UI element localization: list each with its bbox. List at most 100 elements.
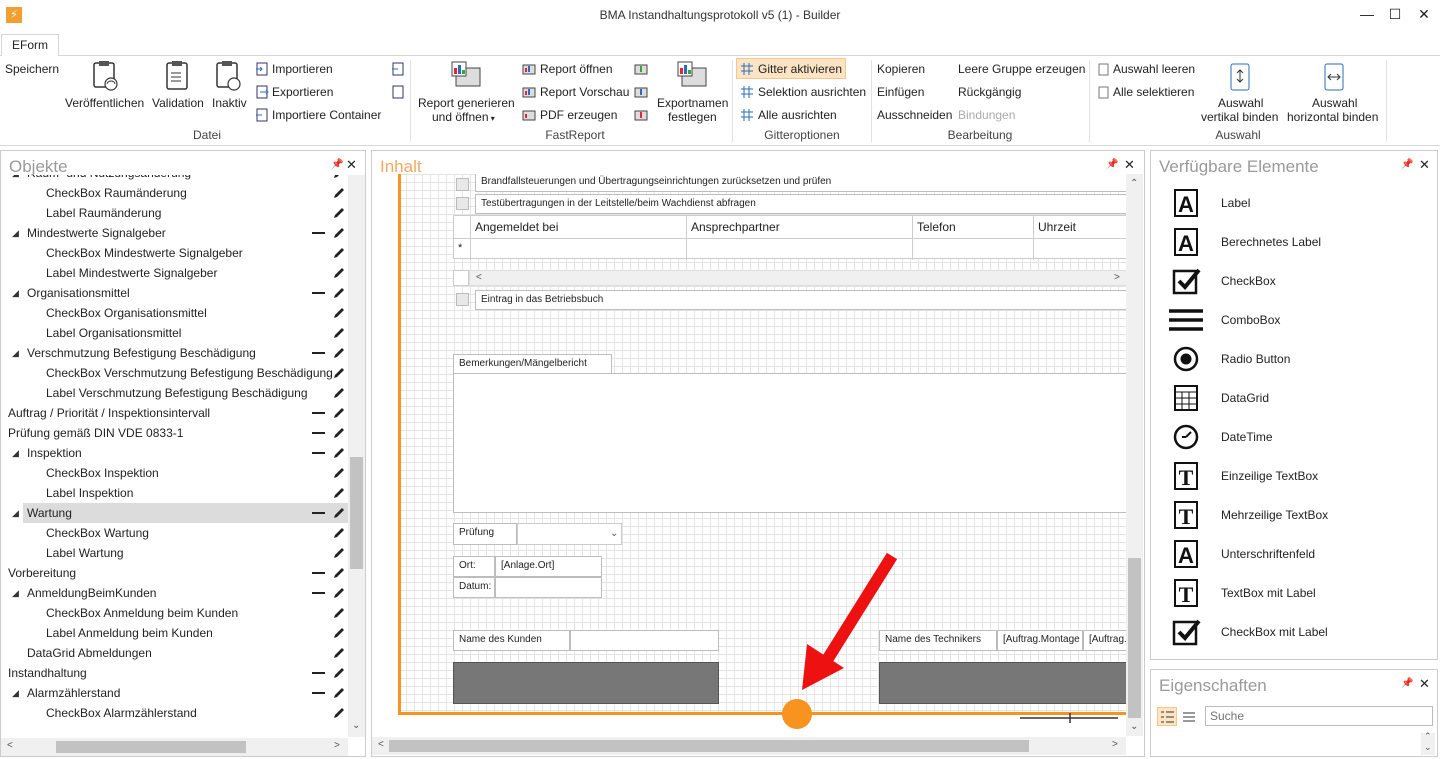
tree-item[interactable]: CheckBox Organisationsmittel [1,303,344,323]
datum-field[interactable] [495,577,602,598]
importiere-container-button[interactable]: Importiere Container [272,108,381,122]
objekte-vertical-scrollbar[interactable]: ⌄ [348,175,365,737]
collapse-dash-icon[interactable] [312,512,325,514]
tree-item[interactable]: Label Mindestwerte Signalgeber [1,263,344,283]
inaktiv-icon[interactable] [213,60,243,92]
expand-triangle-icon[interactable]: ◢ [12,503,19,523]
element-item[interactable]: CheckBox mit Label [1151,613,1440,652]
edit-pencil-icon[interactable] [332,666,346,680]
element-item[interactable]: CheckBox [1151,262,1440,301]
categorized-view-button[interactable] [1157,707,1177,726]
report-small-icon-2[interactable] [634,85,648,99]
maximize-button[interactable]: ☐ [1385,4,1405,24]
edit-pencil-icon[interactable] [332,566,346,580]
exportnamen-button[interactable]: Exportnamen [657,96,728,110]
element-item[interactable]: DataGrid [1151,379,1440,418]
datagrid-abmeldungen[interactable]: Angemeldet bei Ansprechpartner Telefon U… [453,215,1126,260]
form-checkbox[interactable] [456,197,469,210]
collapse-dash-icon[interactable] [312,672,325,674]
tree-item[interactable]: CheckBox Anmeldung beim Kunden [1,603,344,623]
tree-item[interactable]: Label Organisationsmittel [1,323,344,343]
form-label[interactable]: Name des Kunden [453,630,570,651]
scroll-right-arrow-icon[interactable]: > [334,740,340,751]
edit-pencil-icon[interactable] [332,686,346,700]
edit-pencil-icon[interactable] [332,286,346,300]
form-label[interactable]: Brandfallsteuerungen und Übertragungsein… [475,174,1126,192]
scroll-down-arrow-icon[interactable]: ⌄ [1130,721,1138,732]
document-small-icon[interactable] [391,85,405,99]
import-small-icon[interactable] [391,62,405,76]
form-label[interactable]: Testübertragungen in der Leitstelle/beim… [475,194,1126,214]
edit-pencil-icon[interactable] [332,326,346,340]
report-oeffnen-button[interactable]: Report öffnen [540,62,613,76]
objekte-horizontal-scrollbar[interactable]: < > [1,738,348,756]
scroll-up-arrow-icon[interactable]: ⌃ [1130,178,1138,189]
report-vorschau-button[interactable]: Report Vorschau [540,85,629,99]
validation-icon[interactable] [163,60,193,92]
vertikal-binden-button[interactable]: vertikal binden [1201,110,1278,124]
tree-item[interactable]: CheckBox Mindestwerte Signalgeber [1,243,344,263]
auswahl-vertikal-label[interactable]: Auswahl [1218,96,1263,110]
edit-pencil-icon[interactable] [332,526,346,540]
gitter-aktivieren-button[interactable]: Gitter aktivieren [758,62,842,76]
scroll-right-arrow-icon[interactable]: > [1112,739,1118,750]
tree-item[interactable]: Auftrag / Priorität / Inspektionsinterva… [1,403,344,423]
collapse-dash-icon[interactable] [312,432,325,434]
expand-triangle-icon[interactable]: ◢ [12,443,19,463]
horizontal-binden-button[interactable]: horizontal binden [1287,110,1378,124]
edit-pencil-icon[interactable] [332,486,346,500]
ausschneiden-button[interactable]: Ausschneiden [877,108,952,122]
tree-item[interactable]: ◢ Organisationsmittel [1,283,344,303]
edit-pencil-icon[interactable] [332,206,346,220]
inhalt-horizontal-scrollbar[interactable]: < > [372,737,1126,755]
tree-item[interactable]: ◢ Mindestwerte Signalgeber [1,223,344,243]
scroll-right-arrow-icon[interactable]: > [1114,272,1120,283]
resize-handle-icon[interactable] [1020,712,1120,724]
edit-pencil-icon[interactable] [332,246,346,260]
grid-column-header[interactable]: Angemeldet bei [475,220,558,234]
tree-item[interactable]: Label Raumänderung [1,203,344,223]
form-label[interactable]: Eintrag in das Betriebsbuch [475,290,1126,310]
edit-pencil-icon[interactable] [332,706,346,720]
edit-pencil-icon[interactable] [332,626,346,640]
bind-vertical-icon[interactable] [1228,62,1252,92]
tree-item[interactable]: ◢ Verschmutzung Befestigung Beschädigung [1,343,344,363]
properties-scrollbar[interactable]: ⌃ ⌄ [1421,731,1435,755]
validation-button[interactable]: Validation [152,96,204,110]
edit-pencil-icon[interactable] [332,606,346,620]
pin-icon[interactable]: 📌 [1401,159,1413,170]
form-label[interactable]: Bemerkungen/Mängelbericht [453,354,612,374]
scroll-left-arrow-icon[interactable]: < [7,740,13,751]
form-label[interactable]: Ort: [453,556,495,577]
ort-value-field[interactable]: [Anlage.Ort] [495,556,602,577]
edit-pencil-icon[interactable] [332,586,346,600]
minimize-button[interactable]: — [1357,4,1377,24]
exportieren-button[interactable]: Exportieren [272,85,333,99]
alle-selektieren-button[interactable]: Alle selektieren [1113,85,1194,99]
element-item[interactable]: DateTime [1151,418,1440,457]
tree-item[interactable]: CheckBox Verschmutzung Befestigung Besch… [1,363,344,383]
edit-pencil-icon[interactable] [332,186,346,200]
close-panel-icon[interactable]: ✕ [346,157,357,173]
tree-item[interactable]: CheckBox Raumänderung [1,183,344,203]
edit-pencil-icon[interactable] [332,446,346,460]
importieren-button[interactable]: Importieren [272,62,333,76]
leere-gruppe-button[interactable]: Leere Gruppe erzeugen [958,62,1085,76]
close-panel-icon[interactable]: ✕ [1419,157,1430,173]
grid-column-header[interactable]: Uhrzeit [1038,220,1076,234]
close-panel-icon[interactable]: ✕ [1419,676,1430,692]
signature-field-techniker[interactable] [879,662,1126,704]
element-item[interactable]: T Einzeilige TextBox [1151,457,1440,496]
objekte-hscroll-thumb[interactable] [56,741,246,753]
element-item[interactable]: A Label [1151,184,1440,223]
edit-pencil-icon[interactable] [332,266,346,280]
inaktiv-button[interactable]: Inaktiv [212,96,247,110]
alle-ausrichten-button[interactable]: Alle ausrichten [758,108,837,122]
form-checkbox[interactable] [456,293,469,306]
selektion-ausrichten-button[interactable]: Selektion ausrichten [758,85,866,99]
bind-horizontal-icon[interactable] [1322,62,1346,92]
tab-eform[interactable]: EForm [1,34,59,57]
element-item[interactable]: T Mehrzeilige TextBox [1151,496,1440,535]
publish-icon[interactable] [90,60,120,92]
tree-item[interactable]: ◢ Wartung [12,503,348,523]
